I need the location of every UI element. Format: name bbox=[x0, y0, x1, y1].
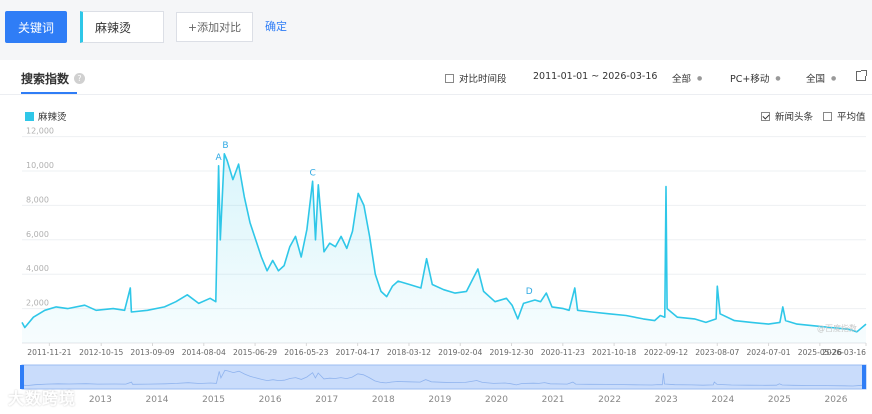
card-divider bbox=[0, 94, 872, 95]
region-select[interactable]: 全部 ● bbox=[672, 71, 702, 85]
caret-icon: ● bbox=[775, 74, 781, 82]
footer-watermark: 大数跨境 bbox=[8, 389, 77, 408]
confirm-link[interactable]: 确定 bbox=[265, 18, 287, 34]
caret-icon: ● bbox=[697, 74, 703, 82]
legend-label: 麻辣烫 bbox=[38, 112, 67, 123]
card-title-text: 搜索指数 bbox=[21, 72, 70, 86]
average-label: 平均值 bbox=[837, 112, 866, 123]
legend-swatch bbox=[25, 111, 34, 121]
help-icon[interactable]: ? bbox=[74, 73, 86, 84]
chart-legend[interactable]: 麻辣烫 bbox=[25, 109, 67, 123]
news-headlines-label: 新闻头条 bbox=[775, 112, 814, 123]
compare-period-toggle[interactable]: 对比时间段 bbox=[445, 71, 507, 85]
checkbox-icon[interactable] bbox=[823, 111, 832, 121]
app-root: 关键词 麻辣烫 +添加对比 确定 搜索指数 ? 对比时间段 2011-01-01… bbox=[0, 0, 872, 414]
keyword-bar: 关键词 麻辣烫 +添加对比 确定 bbox=[0, 0, 872, 58]
caret-icon: ● bbox=[831, 74, 837, 82]
device-text: PC+移动 bbox=[730, 74, 770, 85]
search-index-card: 搜索指数 ? 对比时间段 2011-01-01 ~ 2026-03-16 全部 … bbox=[0, 60, 872, 414]
keyword-input[interactable]: 麻辣烫 bbox=[80, 11, 164, 43]
region-text: 全部 bbox=[672, 74, 692, 85]
add-compare-button[interactable]: +添加对比 bbox=[176, 12, 253, 42]
device-select[interactable]: PC+移动 ● bbox=[730, 71, 781, 85]
news-headlines-toggle[interactable]: 新闻头条 bbox=[761, 109, 813, 123]
keyword-tab-button[interactable]: 关键词 bbox=[5, 11, 67, 43]
card-title: 搜索指数 ? bbox=[21, 70, 86, 87]
date-range-select[interactable]: 2011-01-01 ~ 2026-03-16 bbox=[533, 71, 657, 82]
date-range-text: 2011-01-01 ~ 2026-03-16 bbox=[533, 71, 658, 82]
average-toggle[interactable]: 平均值 bbox=[823, 109, 866, 123]
checkbox-icon[interactable] bbox=[761, 111, 770, 121]
country-text: 全国 bbox=[806, 74, 826, 85]
country-select[interactable]: 全国 ● bbox=[806, 71, 836, 85]
external-link-icon[interactable] bbox=[856, 70, 867, 81]
checkbox-icon[interactable] bbox=[445, 73, 454, 83]
compare-period-label: 对比时间段 bbox=[459, 74, 507, 85]
